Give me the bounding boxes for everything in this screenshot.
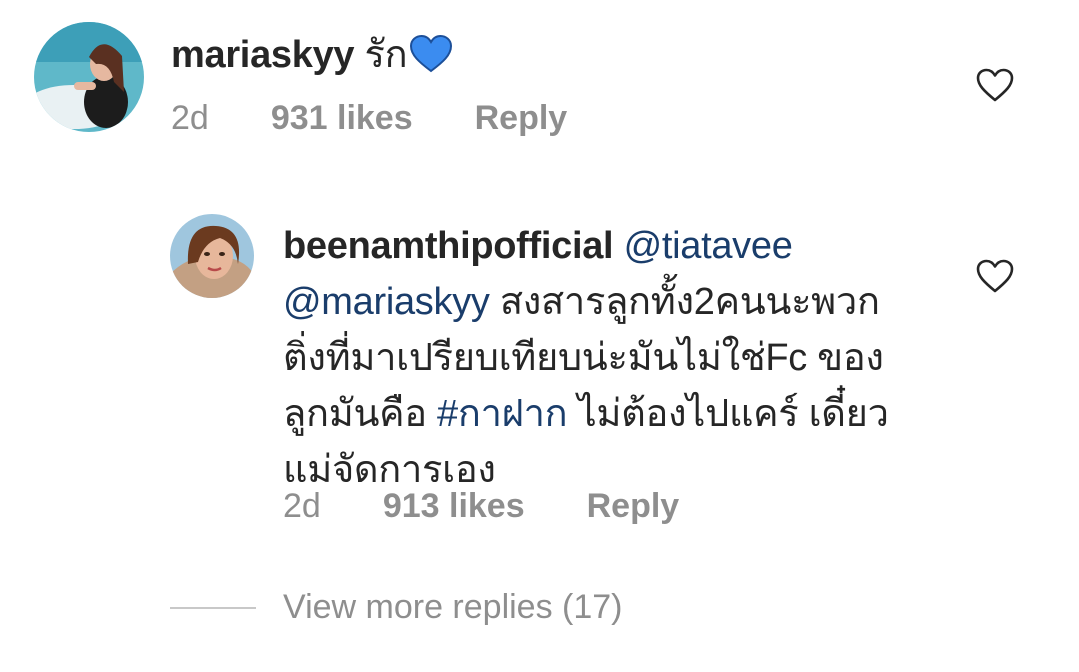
comment-meta: 2d 913 likes Reply bbox=[283, 487, 679, 526]
comment-text: ไม่ต้องไปแคร์ เดี๋ยว bbox=[577, 393, 889, 435]
mention-link[interactable]: @mariaskyy bbox=[283, 281, 490, 323]
hashtag-link[interactable]: #กาฝาก bbox=[437, 393, 568, 435]
comment-body: beenamthipofficial @tiatavee @mariaskyy … bbox=[283, 218, 963, 498]
comment-username[interactable]: beenamthipofficial bbox=[283, 225, 614, 267]
comment-meta: 2d 931 likes Reply bbox=[171, 99, 567, 138]
divider-line bbox=[170, 606, 256, 609]
heart-outline-icon[interactable] bbox=[975, 258, 1015, 294]
avatar-mariaskyy[interactable] bbox=[34, 22, 144, 132]
comment-text: รัก bbox=[364, 34, 408, 76]
comment-text: ลูกมันคือ bbox=[283, 393, 427, 435]
comments-view: mariaskyy รัก 2d 931 likes Reply beenamt… bbox=[0, 0, 1079, 672]
blue-heart-emoji-icon bbox=[409, 33, 453, 73]
comment-body: mariaskyy รัก bbox=[171, 27, 453, 83]
view-more-replies-label[interactable]: View more replies (17) bbox=[283, 588, 623, 627]
comment-time: 2d bbox=[283, 487, 321, 525]
comment-username[interactable]: mariaskyy bbox=[171, 34, 355, 76]
view-more-replies[interactable]: View more replies (17) bbox=[170, 588, 623, 627]
reply-button[interactable]: Reply bbox=[587, 487, 680, 526]
heart-outline-icon[interactable] bbox=[975, 67, 1015, 103]
mention-link[interactable]: @tiatavee bbox=[624, 225, 793, 267]
avatar-beenamthipofficial[interactable] bbox=[170, 214, 254, 298]
comment-time: 2d bbox=[171, 99, 209, 137]
comment-text: แม่จัดการเอง bbox=[283, 449, 496, 491]
comment-likes[interactable]: 931 likes bbox=[271, 99, 413, 138]
comment-text: ติ่งที่มาเปรียบเทียบน่ะมันไม่ใช่Fc ของ bbox=[283, 337, 884, 379]
comment-text: สงสารลูกทั้ง2คนนะพวก bbox=[499, 281, 880, 323]
comment-likes[interactable]: 913 likes bbox=[383, 487, 525, 526]
reply-button[interactable]: Reply bbox=[475, 99, 568, 138]
